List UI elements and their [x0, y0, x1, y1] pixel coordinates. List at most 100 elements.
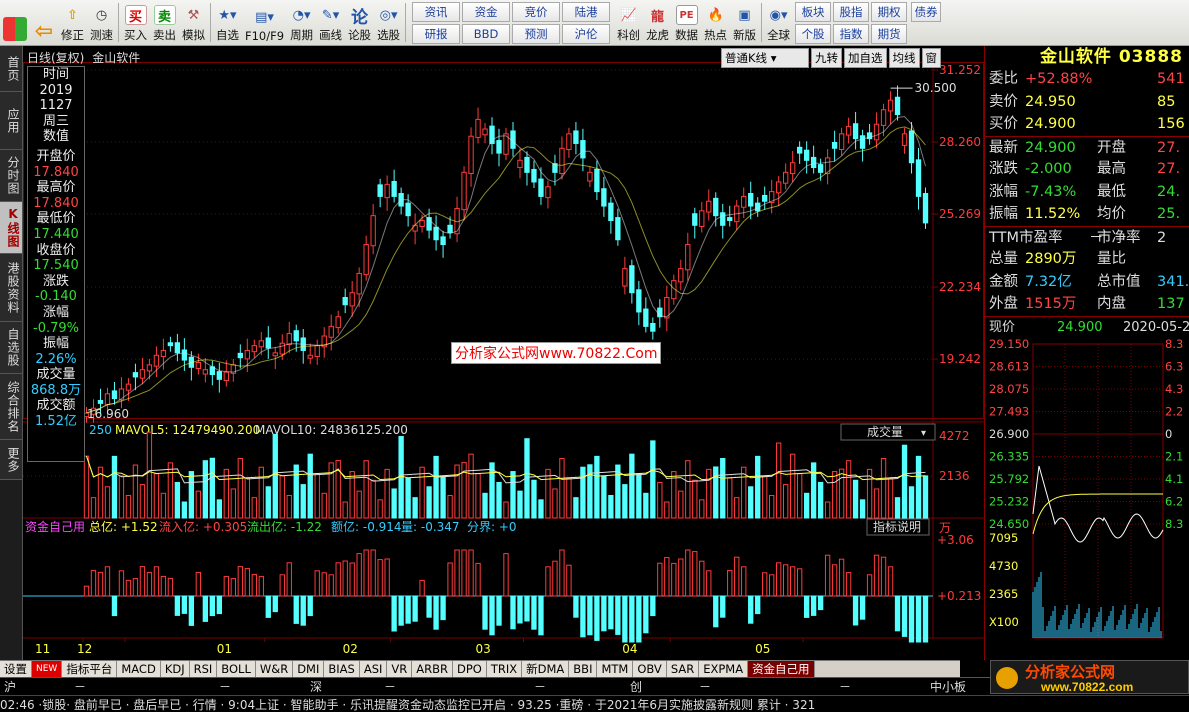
- flow-bar: [111, 595, 118, 617]
- volume-bar: [692, 479, 698, 519]
- flow-bar: [796, 568, 803, 597]
- indicator-tab[interactable]: TRIX: [486, 661, 523, 677]
- volume-bar: [664, 501, 670, 519]
- indicator-tab[interactable]: MACD: [117, 661, 161, 677]
- toolbar-button-kechuang[interactable]: 📈 科创: [614, 0, 643, 45]
- flow-bar: [377, 559, 383, 597]
- left-tab-home[interactable]: 首页: [0, 46, 22, 92]
- toolbar-button-simulate[interactable]: ⚒ 模拟: [179, 0, 208, 45]
- candle-body: [908, 130, 915, 164]
- toolbar-grid-hk-connect[interactable]: 陆港: [562, 2, 611, 22]
- toolbar-button-sell[interactable]: 卖 卖出: [150, 0, 179, 45]
- indicator-tab[interactable]: ARBR: [412, 661, 453, 677]
- mini-price-label: 28.613: [989, 359, 1029, 373]
- toolbar-button-draw[interactable]: ✎▾ 画线: [316, 0, 345, 45]
- toolbar-grid-bonds[interactable]: 债券: [911, 2, 942, 22]
- toolbar-button-f10[interactable]: ▤▾ F10/F9: [242, 0, 287, 45]
- indicator-tab[interactable]: KDJ: [160, 661, 190, 677]
- candle-body: [510, 130, 516, 149]
- left-tab-watchlist[interactable]: 自选股: [0, 322, 22, 374]
- indicator-tab[interactable]: 新DMA: [522, 661, 570, 677]
- toolbar-label: 周期: [290, 28, 314, 42]
- volume-bar: [139, 484, 146, 519]
- toolbar-grid-news[interactable]: 资讯: [412, 2, 461, 22]
- indicator-tab[interactable]: DMI: [293, 661, 325, 677]
- indicator-tab[interactable]: OBV: [633, 661, 667, 677]
- toolbar-grid-index[interactable]: 指数: [833, 24, 870, 44]
- indicator-tab[interactable]: BIAS: [324, 661, 360, 677]
- toolbar-grid-index-futures[interactable]: 股指: [833, 2, 870, 22]
- indicator-tab[interactable]: BBI: [569, 661, 598, 677]
- flow-bar: [587, 595, 593, 636]
- indicator-tab[interactable]: ASI: [359, 661, 388, 677]
- left-tab-more[interactable]: 更多: [0, 440, 22, 480]
- toolbar-grid-forecast[interactable]: 预测: [512, 24, 561, 44]
- intraday-mini-chart[interactable]: 29.150 8.3 28.613 6.3 28.075 4.3 27.493 2.2 26.9…: [985, 337, 1189, 658]
- toolbar-grid-research[interactable]: 研报: [412, 24, 461, 44]
- toolbar-button-newversion[interactable]: ▣ 新版: [730, 0, 759, 45]
- toolbar-grid-london[interactable]: 沪伦: [562, 24, 611, 44]
- toolbar-grid-auction[interactable]: 竞价: [512, 2, 561, 22]
- kline-type-select[interactable]: 普通K线 ▾: [721, 48, 809, 68]
- volume-bar: [845, 460, 852, 519]
- toolbar-button-home[interactable]: [0, 0, 30, 45]
- indicator-tab[interactable]: 设置: [0, 661, 32, 677]
- flow-bar: [440, 595, 446, 621]
- left-tab-kline[interactable]: K线图: [0, 202, 22, 254]
- toolbar-grid-futures[interactable]: 期货: [871, 24, 908, 44]
- indicator-tab[interactable]: VR: [387, 661, 413, 677]
- toolbar-grid-stock[interactable]: 个股: [795, 24, 832, 44]
- volume-axis-label: 2136: [939, 469, 970, 483]
- left-tab-hk-info[interactable]: 港股资料: [0, 254, 22, 322]
- toolbar-button-forum[interactable]: 论 论股: [345, 0, 374, 45]
- toolbar-label: 卖出: [153, 28, 176, 42]
- kline-chart-area[interactable]: 31.252 28.260 25.269 22.234 19.242 30.500 16.9…: [23, 46, 984, 660]
- nine-turn-button[interactable]: 九转: [811, 48, 842, 68]
- left-tab-apps[interactable]: 应用: [0, 92, 22, 150]
- toolbar-grid-options[interactable]: 期权: [871, 2, 908, 22]
- flow-bar: [258, 575, 264, 597]
- candle-body: [796, 146, 803, 154]
- indicator-tab[interactable]: BOLL: [217, 661, 256, 677]
- candle-body: [720, 212, 726, 226]
- status-sh-v1: －: [73, 680, 86, 694]
- flow-bar: [83, 585, 90, 597]
- ma-line-button[interactable]: 均线: [888, 48, 920, 68]
- left-tab-timeshare[interactable]: 分时图: [0, 150, 22, 202]
- volume-selector-label: 成交量: [867, 424, 903, 439]
- toolbar-grid-sector[interactable]: 板块: [795, 2, 832, 22]
- toolbar-button-select-stock[interactable]: ◎▾ 选股: [374, 0, 403, 45]
- flow-bar: [880, 556, 887, 597]
- indicator-tab[interactable]: EXPMA: [699, 661, 749, 677]
- news-ticker[interactable]: 02:46 ·锁股· 盘前早已 · 盘后早已 · 行情 · 9:04上证 · 智…: [0, 695, 1189, 712]
- flow-bar: [810, 595, 817, 616]
- indicator-tab[interactable]: MTM: [597, 661, 634, 677]
- buy-icon: 买: [124, 5, 147, 25]
- flow-header-item: 流出亿: -1.22: [247, 519, 322, 534]
- left-tab-ranking[interactable]: 综合排名: [0, 374, 22, 440]
- toolbar-grid-bbd[interactable]: BBD: [462, 24, 511, 44]
- window-button[interactable]: 窗: [921, 48, 941, 68]
- flow-bar: [496, 595, 502, 626]
- toolbar-button-data[interactable]: PE 数据: [672, 0, 701, 45]
- toolbar-button-hot[interactable]: 🔥 热点: [701, 0, 730, 45]
- toolbar-button-dragon[interactable]: 龍 龙虎: [643, 0, 672, 45]
- flow-header-item: 量: -0.347: [401, 520, 460, 534]
- volume-bar: [433, 455, 439, 519]
- toolbar-button-back[interactable]: ⇦: [30, 0, 58, 45]
- quote-value: 24.: [1157, 183, 1181, 200]
- toolbar-button-global[interactable]: ◉▾ 全球: [764, 0, 793, 45]
- indicator-tab[interactable]: W&R: [255, 661, 294, 677]
- toolbar-button-fix[interactable]: ⇧ 修正: [58, 0, 87, 45]
- toolbar-button-cycle[interactable]: ◔▾ 周期: [287, 0, 316, 45]
- toolbar-button-watchlist[interactable]: ★▾ 自选: [213, 0, 242, 45]
- add-watchlist-button[interactable]: 加自选: [844, 48, 887, 68]
- toolbar-grid-funds[interactable]: 资金: [462, 2, 511, 22]
- indicator-tab[interactable]: RSI: [189, 661, 218, 677]
- indicator-tab[interactable]: SAR: [666, 661, 700, 677]
- indicator-tab[interactable]: DPO: [453, 661, 487, 677]
- toolbar-button-speed[interactable]: ◷ 测速: [87, 0, 116, 45]
- toolbar-button-buy[interactable]: 买 买入: [121, 0, 150, 45]
- indicator-tab[interactable]: 资金自己用: [748, 661, 815, 677]
- indicator-tab[interactable]: 指标平台: [62, 661, 118, 677]
